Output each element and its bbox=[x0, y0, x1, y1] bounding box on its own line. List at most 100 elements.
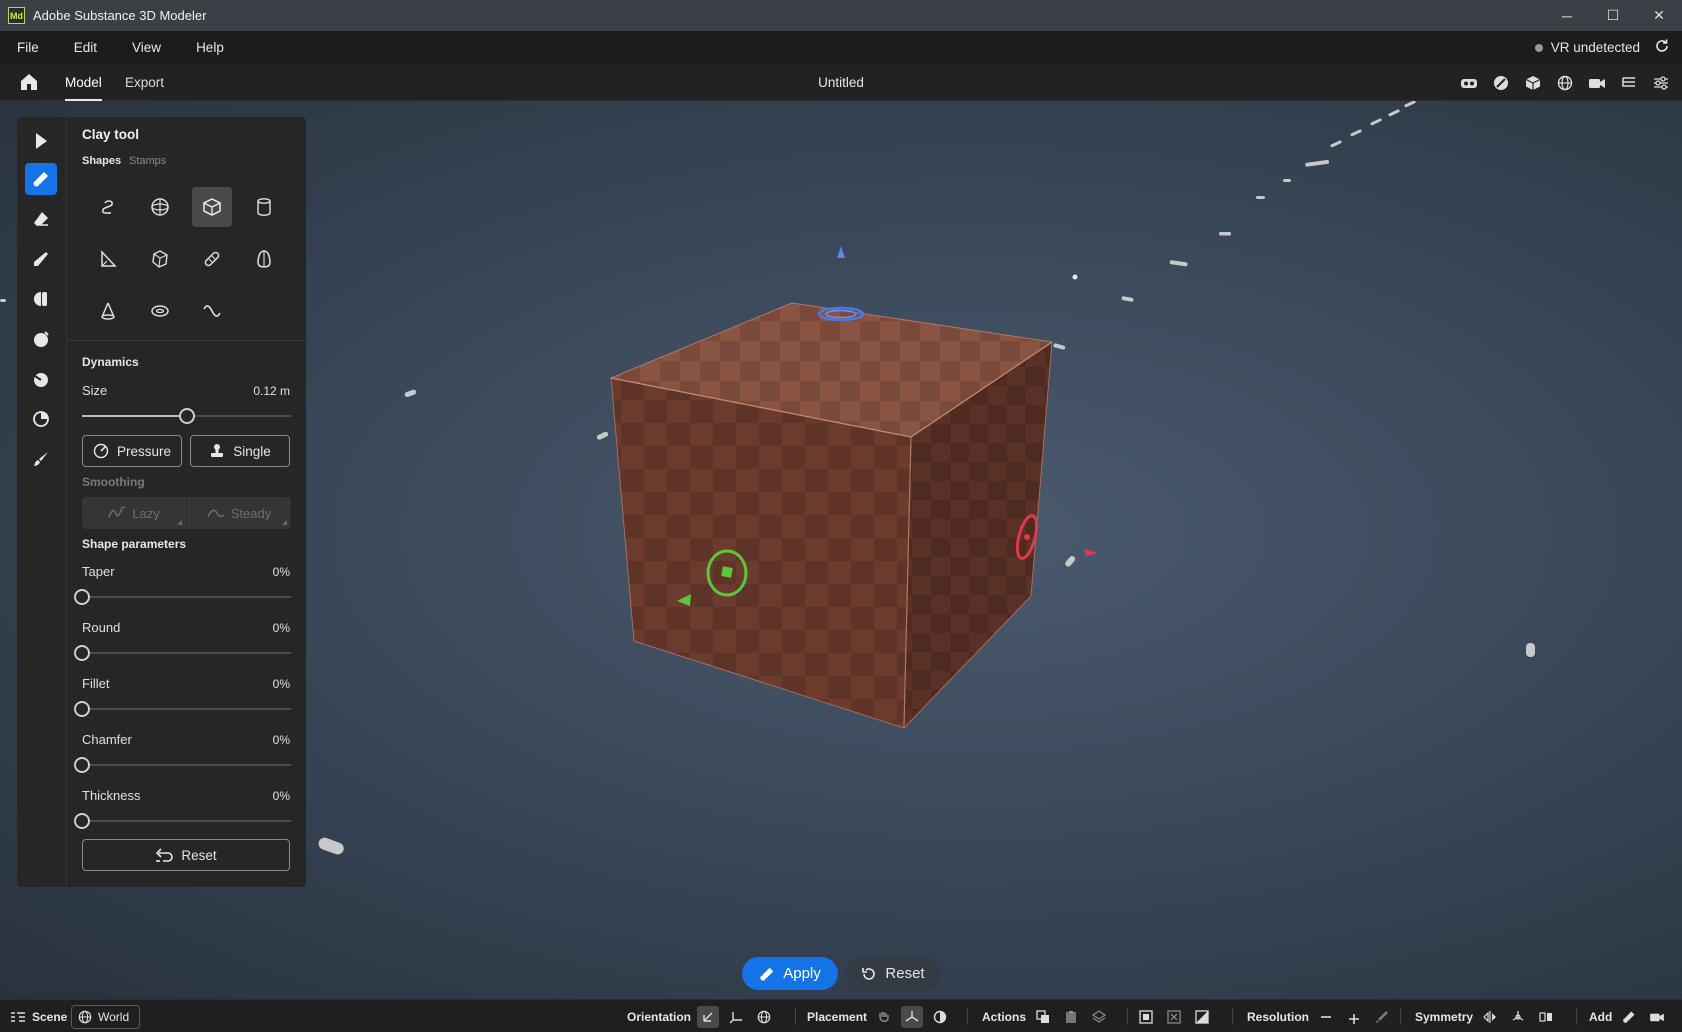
hand-icon bbox=[879, 1011, 889, 1022]
chamfer-slider[interactable] bbox=[74, 757, 291, 773]
clay-tool-button[interactable] bbox=[25, 163, 57, 195]
lazy-icon bbox=[108, 506, 126, 518]
subtab-shapes[interactable]: Shapes bbox=[82, 155, 121, 167]
layer-combine-button[interactable] bbox=[1135, 1006, 1157, 1028]
scene-icon bbox=[11, 1011, 25, 1022]
merge-button[interactable] bbox=[1088, 1006, 1110, 1028]
round-label: Round bbox=[82, 620, 121, 635]
resolution-auto-button[interactable] bbox=[1371, 1006, 1393, 1028]
subtab-stamps[interactable]: Stamps bbox=[129, 155, 166, 167]
wedge-shape-icon bbox=[101, 250, 117, 267]
steady-button[interactable]: Steady bbox=[186, 497, 291, 529]
round-slider[interactable] bbox=[74, 645, 291, 661]
single-button[interactable]: Single bbox=[190, 435, 290, 467]
panel-reset-label: Reset bbox=[181, 847, 217, 863]
steady-label: Steady bbox=[230, 505, 272, 521]
clay-brush-icon bbox=[760, 967, 774, 981]
world-button[interactable]: World bbox=[71, 1004, 141, 1029]
thickness-slider-handle[interactable] bbox=[74, 813, 90, 829]
round-slider-handle[interactable] bbox=[74, 645, 90, 661]
lazy-button[interactable]: Lazy bbox=[82, 497, 186, 529]
pressure-icon bbox=[93, 443, 109, 459]
shape-sphere-button[interactable] bbox=[140, 187, 180, 227]
panel-reset-button[interactable]: Reset bbox=[82, 839, 290, 871]
apply-button[interactable]: Apply bbox=[742, 957, 838, 990]
outliner-icon[interactable] bbox=[1620, 74, 1638, 92]
settings-sliders-icon[interactable] bbox=[1652, 74, 1670, 92]
orientation-local-button[interactable] bbox=[697, 1005, 720, 1028]
menu-help[interactable]: Help bbox=[179, 40, 242, 55]
menu-view[interactable]: View bbox=[115, 40, 179, 55]
shape-egg-button[interactable] bbox=[244, 239, 284, 279]
refresh-icon[interactable] bbox=[1654, 38, 1670, 57]
placement-gizmo-button[interactable] bbox=[901, 1005, 924, 1028]
thickness-slider[interactable] bbox=[74, 813, 291, 829]
paint-tool-button[interactable] bbox=[25, 443, 57, 475]
clay-cube[interactable] bbox=[609, 302, 1054, 730]
size-slider[interactable] bbox=[82, 408, 291, 424]
gizmo-z-axis[interactable] bbox=[817, 246, 865, 322]
add-camera-button[interactable] bbox=[1646, 1006, 1668, 1028]
camera-icon[interactable] bbox=[1588, 74, 1606, 92]
paste-button[interactable] bbox=[1060, 1006, 1082, 1028]
inflate-tool-button[interactable] bbox=[25, 323, 57, 355]
menu-edit[interactable]: Edit bbox=[57, 40, 115, 55]
tab-model[interactable]: Model bbox=[65, 64, 102, 101]
placement-orbit-button[interactable] bbox=[929, 1006, 951, 1028]
scene-label: Scene bbox=[32, 1009, 68, 1024]
menu-file[interactable]: File bbox=[0, 40, 57, 55]
shape-curve-button[interactable] bbox=[192, 291, 232, 331]
select-tool-button[interactable] bbox=[25, 125, 57, 157]
maximize-button[interactable]: ☐ bbox=[1590, 0, 1636, 31]
shape-torus-button[interactable] bbox=[140, 291, 180, 331]
minimize-button[interactable]: ─ bbox=[1544, 0, 1590, 31]
home-icon[interactable] bbox=[18, 72, 40, 92]
symmetry-plane-button[interactable] bbox=[1535, 1006, 1557, 1028]
pressure-button[interactable]: Pressure bbox=[82, 435, 182, 467]
shape-capsule-button[interactable] bbox=[192, 239, 232, 279]
size-slider-handle[interactable] bbox=[178, 408, 195, 424]
resolution-increase-button[interactable] bbox=[1343, 1006, 1365, 1028]
polyhedron-shape-icon bbox=[152, 250, 168, 268]
fillet-slider[interactable] bbox=[74, 701, 291, 717]
panel-title: Clay tool bbox=[82, 127, 140, 142]
viewport-reset-button[interactable]: Reset bbox=[846, 957, 940, 990]
fillet-slider-handle[interactable] bbox=[74, 701, 90, 717]
close-button[interactable]: ✕ bbox=[1636, 0, 1682, 31]
resolution-decrease-button[interactable] bbox=[1315, 1006, 1337, 1028]
material-icon[interactable] bbox=[1492, 74, 1510, 92]
symmetry-mirror-button[interactable] bbox=[1479, 1006, 1501, 1028]
duplicate-button[interactable] bbox=[1032, 1006, 1054, 1028]
flatten-tool-button[interactable] bbox=[25, 283, 57, 315]
layer-subtract-button[interactable] bbox=[1163, 1006, 1185, 1028]
tab-export[interactable]: Export bbox=[125, 64, 164, 101]
symmetry-radial-button[interactable] bbox=[1507, 1006, 1529, 1028]
object-icon[interactable] bbox=[1524, 74, 1542, 92]
vr-headset-icon[interactable] bbox=[1460, 74, 1478, 92]
chamfer-slider-handle[interactable] bbox=[74, 757, 90, 773]
eraser-icon bbox=[34, 212, 48, 226]
scene-button[interactable]: Scene bbox=[10, 1000, 67, 1032]
erase-tool-button[interactable] bbox=[25, 203, 57, 235]
placement-hand-button[interactable] bbox=[873, 1006, 895, 1028]
shape-cube-button[interactable] bbox=[192, 187, 232, 227]
capsule-shape-icon bbox=[204, 251, 220, 267]
add-clay-button[interactable] bbox=[1618, 1006, 1640, 1028]
menu-bar: File Edit View Help VR undetected bbox=[0, 31, 1682, 64]
shape-cylinder-button[interactable] bbox=[244, 187, 284, 227]
orientation-world-axes-button[interactable] bbox=[725, 1006, 747, 1028]
globe-icon[interactable] bbox=[1556, 74, 1574, 92]
egg-shape-icon bbox=[257, 250, 271, 268]
shape-stroke-button[interactable] bbox=[88, 187, 128, 227]
taper-slider[interactable] bbox=[74, 589, 291, 605]
shape-wedge-button[interactable] bbox=[88, 239, 128, 279]
smooth-tool-button[interactable] bbox=[25, 243, 57, 275]
shape-parameters-title: Shape parameters bbox=[82, 537, 187, 551]
crease-tool-button[interactable] bbox=[25, 403, 57, 435]
shape-cone-button[interactable] bbox=[88, 291, 128, 331]
taper-slider-handle[interactable] bbox=[74, 589, 90, 605]
orientation-globe-button[interactable] bbox=[753, 1006, 775, 1028]
layer-mask-button[interactable] bbox=[1191, 1006, 1213, 1028]
shape-polyhedron-button[interactable] bbox=[140, 239, 180, 279]
move-tool-button[interactable] bbox=[25, 363, 57, 395]
